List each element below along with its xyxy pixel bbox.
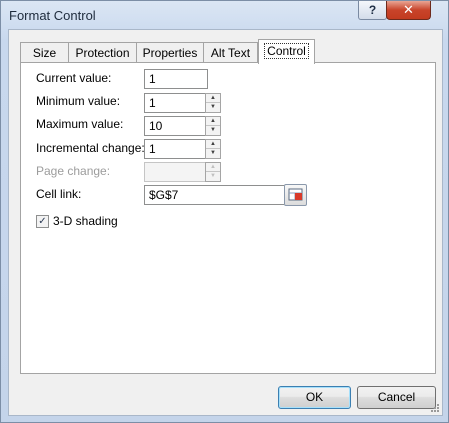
tab-label: Properties: [142, 46, 198, 60]
tab-label: Alt Text: [210, 46, 251, 60]
tab-properties[interactable]: Properties: [136, 42, 204, 63]
format-control-dialog: Format Control ? ✕ Size Protection Prope…: [0, 0, 449, 423]
control-panel: Current value: 1 Minimum value: 1 ▲ ▼ Ma…: [20, 62, 436, 374]
maximum-value-spinner[interactable]: ▲ ▼: [205, 116, 221, 136]
current-value-label: Current value:: [36, 71, 112, 85]
tab-control[interactable]: Control: [258, 39, 315, 64]
close-button[interactable]: ✕: [386, 1, 431, 20]
resize-grip-icon[interactable]: [430, 403, 440, 413]
tab-label: Size: [32, 46, 57, 60]
ok-button[interactable]: OK: [278, 386, 351, 409]
spin-down-icon[interactable]: ▼: [206, 103, 220, 112]
page-change-label: Page change:: [36, 164, 111, 178]
page-change-spinner: ▲ ▼: [205, 162, 221, 182]
tab-protection[interactable]: Protection: [68, 42, 137, 63]
spin-down-icon[interactable]: ▼: [206, 149, 220, 158]
dialog-body: Size Protection Properties Alt Text Cont…: [8, 29, 443, 416]
spin-up-icon: ▲: [206, 163, 220, 172]
cancel-button[interactable]: Cancel: [357, 386, 436, 409]
tab-size[interactable]: Size: [20, 42, 69, 63]
minimum-value-spinner[interactable]: ▲ ▼: [205, 93, 221, 113]
3d-shading-checkbox[interactable]: ✓: [36, 215, 49, 228]
range-select-icon: [288, 188, 303, 201]
minimum-value-label: Minimum value:: [36, 94, 121, 108]
3d-shading-label[interactable]: 3-D shading: [53, 214, 118, 228]
spin-up-icon[interactable]: ▲: [206, 117, 220, 126]
maximum-value-label: Maximum value:: [36, 117, 124, 131]
help-button[interactable]: ?: [358, 1, 387, 20]
tab-alt-text[interactable]: Alt Text: [203, 42, 258, 63]
spin-down-icon[interactable]: ▼: [206, 126, 220, 135]
page-change-input: [144, 162, 208, 182]
spin-down-icon: ▼: [210, 173, 216, 179]
maximum-value-input[interactable]: 10: [144, 116, 208, 136]
incremental-change-input[interactable]: 1: [144, 139, 208, 159]
dialog-title: Format Control: [9, 8, 96, 23]
spin-up-icon[interactable]: ▲: [206, 140, 220, 149]
collapse-dialog-button[interactable]: [284, 184, 307, 206]
spin-up-icon[interactable]: ▲: [206, 94, 220, 103]
tab-label: Control: [264, 43, 309, 59]
cell-link-label: Cell link:: [36, 187, 82, 201]
current-value-input[interactable]: 1: [144, 69, 208, 89]
tab-label: Protection: [75, 46, 130, 60]
incremental-change-spinner[interactable]: ▲ ▼: [205, 139, 221, 159]
incremental-change-label: Incremental change:: [36, 141, 145, 155]
minimum-value-input[interactable]: 1: [144, 93, 208, 113]
cell-link-input[interactable]: $G$7: [144, 185, 284, 205]
